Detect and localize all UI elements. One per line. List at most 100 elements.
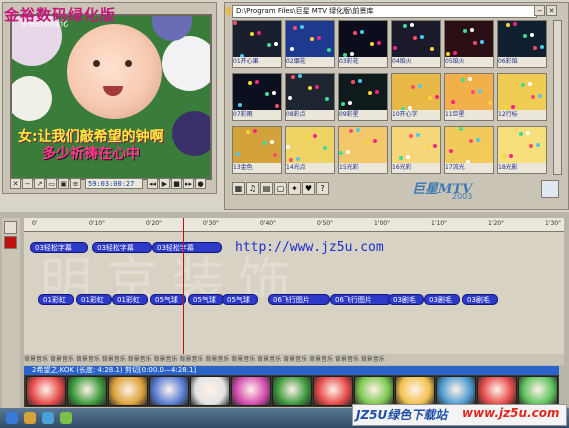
ruler-tick: 0'20" [146, 220, 162, 227]
video-frame-thumbnail[interactable] [436, 376, 476, 406]
close-icon[interactable]: ✕ [546, 5, 557, 16]
thumbnail-image [286, 21, 334, 59]
library-thumbnail[interactable]: 01开心果 [232, 20, 282, 68]
browser-icon[interactable] [42, 412, 54, 424]
thumbnail-label: 13金色 [233, 163, 281, 173]
video-frame-thumbnail[interactable] [26, 376, 66, 406]
folder-icon[interactable] [226, 5, 231, 16]
product-logo-year: 2003 [452, 192, 473, 201]
video-frame-thumbnail[interactable] [395, 376, 435, 406]
video-frame-thumbnail[interactable] [149, 376, 189, 406]
arrow-icon[interactable]: ↗ [34, 178, 45, 189]
library-thumbnail[interactable]: 11巨星 [444, 73, 494, 121]
library-thumbnail[interactable]: 07彩雨 [232, 73, 282, 121]
baby-photo [67, 24, 162, 119]
explorer-icon[interactable] [24, 412, 36, 424]
rewind-icon[interactable]: ◂◂ [147, 178, 158, 189]
thumbnail-image [233, 127, 281, 165]
library-thumbnail[interactable]: 15光彩 [338, 126, 388, 174]
trash-icon[interactable] [541, 180, 559, 198]
baby-mouth [103, 86, 123, 96]
library-thumbnail[interactable]: 16光彩 [391, 126, 441, 174]
film-icon[interactable]: ▦ [232, 182, 245, 195]
thumbnail-image [233, 74, 281, 112]
music-icon[interactable]: ♫ [246, 182, 259, 195]
library-path[interactable]: D:\Program Files\巨星 MTV 绿化版\前景库 [232, 5, 537, 18]
library-thumbnail[interactable]: 09彩星 [338, 73, 388, 121]
thumbnail-label: 07彩雨 [233, 110, 281, 120]
thumbnail-image [286, 74, 334, 112]
record-track-icon[interactable] [4, 236, 17, 249]
library-thumbnail[interactable]: 14光点 [285, 126, 335, 174]
timeline-tools [2, 218, 20, 408]
thumbnail-image [445, 127, 493, 165]
forward-icon[interactable]: ▸▸ [183, 178, 194, 189]
url-caption: http://www.jz5u.com [235, 240, 384, 255]
ruler-tick: 1'30" [545, 220, 561, 227]
close-icon[interactable]: ✕ [10, 178, 21, 189]
save-icon[interactable]: ▣ [58, 178, 69, 189]
thumbnail-image [498, 74, 546, 112]
thumbnail-label: 09彩星 [339, 110, 387, 120]
minimize-icon[interactable]: − [534, 5, 545, 16]
brand-name: JZ5U绿色下载站 [356, 408, 448, 422]
thumbnail-label: 14光点 [286, 163, 334, 173]
thumbnail-label: 02烟花 [286, 57, 334, 67]
minus-icon[interactable]: − [22, 178, 33, 189]
thumbnail-image [392, 127, 440, 165]
video-frame-thumbnail[interactable] [477, 376, 517, 406]
media-icon[interactable] [60, 412, 72, 424]
library-thumbnail[interactable]: 17流光 [444, 126, 494, 174]
library-scrollbar[interactable] [553, 20, 562, 175]
thumbnail-image [339, 21, 387, 59]
library-thumbnail[interactable]: 02烟花 [285, 20, 335, 68]
library-toolbar: ▦ ♫ ▤ ▢ ✦ ♥ ? [232, 182, 352, 196]
thumbnail-label: 18光影 [498, 163, 546, 173]
video-frame-thumbnail[interactable] [518, 376, 558, 406]
library-thumbnail[interactable]: 12行标 [497, 73, 547, 121]
brand-link[interactable]: www.jz5u.com [462, 406, 559, 420]
folder-icon[interactable]: ▭ [46, 178, 57, 189]
frame-icon[interactable]: ▢ [274, 182, 287, 195]
image-icon[interactable]: ▤ [260, 182, 273, 195]
music-clip[interactable]: 2希望之.KOK (长度: 4:28.1) 剪切[0:00.0—4:28.1] [24, 366, 559, 375]
library-thumbnail[interactable]: 13金色 [232, 126, 282, 174]
lyric-line-2: 多少祈祷在心中 [42, 146, 140, 162]
preview-toolbar: ✕ − ↗ ▭ ▣ ≡ 59:03:00:27 ◂◂ ▶ ■ ▸▸ ● [10, 178, 210, 190]
effect-icon[interactable]: ✦ [288, 182, 301, 195]
library-thumbnail[interactable]: 08彩点 [285, 73, 335, 121]
timecode-display: 59:03:00:27 [85, 178, 143, 189]
video-track[interactable] [24, 375, 559, 407]
ruler-tick: 1'20" [488, 220, 504, 227]
video-frame-thumbnail[interactable] [231, 376, 271, 406]
start-icon[interactable] [6, 412, 18, 424]
video-frame-thumbnail[interactable] [108, 376, 148, 406]
record-icon[interactable]: ● [195, 178, 206, 189]
video-frame-thumbnail[interactable] [190, 376, 230, 406]
library-thumbnail[interactable]: 05焰火 [444, 20, 494, 68]
video-frame-thumbnail[interactable] [354, 376, 394, 406]
ruler-tick: 0' [32, 220, 38, 227]
library-thumbnail[interactable]: 06彩焰 [497, 20, 547, 68]
stop-icon[interactable]: ■ [171, 178, 182, 189]
library-thumbnail[interactable]: 10开心字 [391, 73, 441, 121]
video-frame-thumbnail[interactable] [313, 376, 353, 406]
thumbnail-image [339, 127, 387, 165]
video-frame-thumbnail[interactable] [272, 376, 312, 406]
video-frame-thumbnail[interactable] [67, 376, 107, 406]
video-preview[interactable]: 金裕数码绿化 女:让我们敲希望的钟啊 多少祈祷在心中 [10, 14, 212, 180]
thumbnail-label: 17流光 [445, 163, 493, 173]
library-thumbnail[interactable]: 04焰火 [391, 20, 441, 68]
heart-icon[interactable]: ♥ [302, 182, 315, 195]
list-icon[interactable]: ≡ [70, 178, 81, 189]
help-icon[interactable]: ? [316, 182, 329, 195]
ruler-tick: 0'30" [203, 220, 219, 227]
background-music-track[interactable]: 背景音乐 背景音乐 背景音乐 背景音乐 背景音乐 背景音乐 背景音乐 背景音乐 … [24, 354, 564, 365]
play-icon[interactable]: ▶ [159, 178, 170, 189]
library-thumbnail[interactable]: 18光影 [497, 126, 547, 174]
time-ruler[interactable]: 0' 0'10" 0'20" 0'30" 0'40" 0'50" 1'00" 1'10" 1'2… [24, 218, 564, 232]
library-thumbnail[interactable]: 03彩花 [338, 20, 388, 68]
track-icon[interactable] [4, 221, 17, 234]
thumbnail-label: 15光彩 [339, 163, 387, 173]
ruler-tick: 0'10" [89, 220, 105, 227]
